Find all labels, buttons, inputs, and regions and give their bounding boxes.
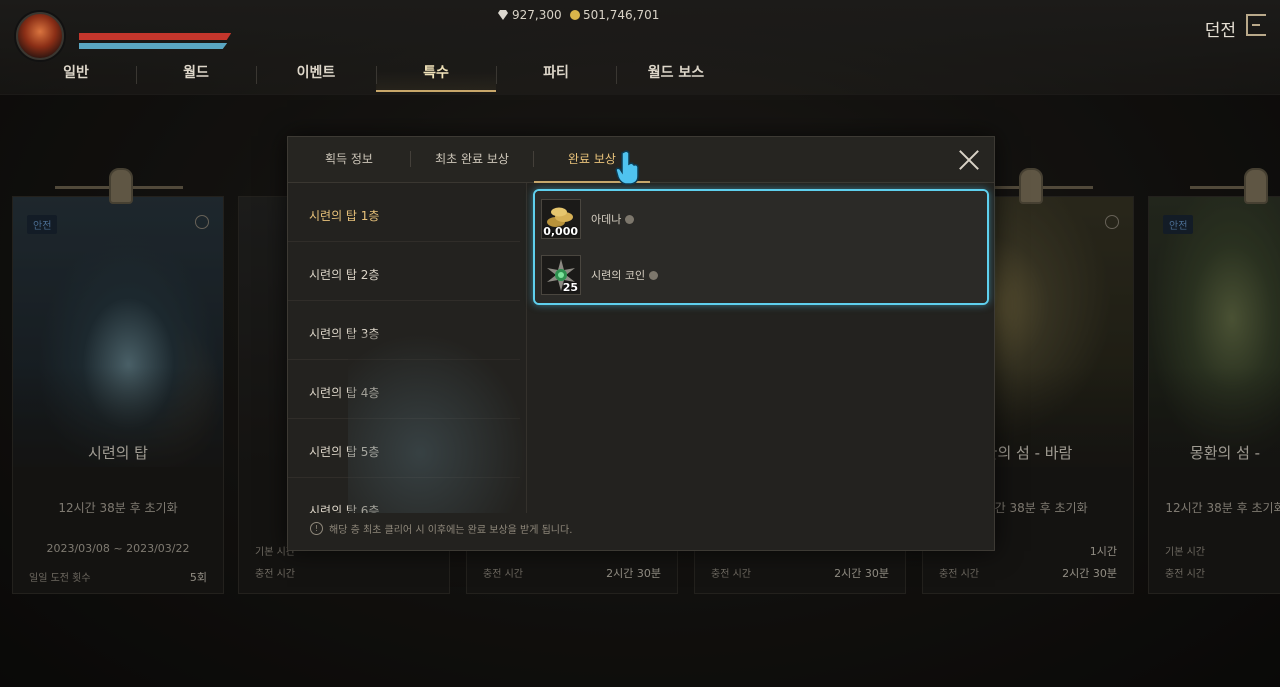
info-icon[interactable] (625, 215, 635, 224)
reward-name: 아데나 (591, 213, 622, 226)
reward-row[interactable]: 0,000 아데나 (535, 191, 987, 248)
top-bar: 927,300 501,746,701 던전 일반 월드 이벤트 특수 파티 월… (0, 0, 1280, 95)
tab-event[interactable]: 이벤트 (256, 58, 376, 92)
mp-bar (79, 43, 228, 49)
reward-quantity: 25 (562, 281, 578, 294)
reward-info-dialog: 획득 정보 최초 완료 보상 완료 보상 시련의 탑 1층 시련의 탑 2층 시… (287, 136, 995, 551)
notice: ! 해당 층 최초 클리어 시 이후에는 완료 보상을 받게 됩니다. (310, 521, 572, 536)
tab-general[interactable]: 일반 (16, 58, 136, 92)
tab-special[interactable]: 특수 (376, 58, 496, 92)
reward-quantity: 0,000 (543, 225, 578, 238)
diamond-currency: 927,300 (497, 8, 562, 22)
floor-item[interactable]: 시련의 탑 1층 (288, 183, 520, 242)
close-icon[interactable] (958, 149, 980, 171)
adena-amount: 501,746,701 (583, 8, 660, 22)
info-icon[interactable] (649, 271, 659, 280)
adena-currency: 501,746,701 (570, 8, 659, 22)
hp-bar (79, 33, 232, 40)
tab-world-boss[interactable]: 월드 보스 (616, 58, 736, 92)
tab-acquire-info[interactable]: 획득 정보 (288, 137, 410, 182)
tab-first-clear-reward[interactable]: 최초 완료 보상 (411, 137, 533, 182)
dungeon-icon (1246, 14, 1266, 36)
tab-party[interactable]: 파티 (496, 58, 616, 92)
character-avatar[interactable] (16, 12, 64, 60)
gold-coin-icon (570, 10, 580, 20)
diamond-icon (498, 10, 508, 20)
reward-row[interactable]: 25 시련의 코인 (535, 247, 987, 303)
reward-name: 시련의 코인 (591, 269, 646, 282)
category-tabs: 일반 월드 이벤트 특수 파티 월드 보스 (16, 58, 736, 92)
diamond-amount: 927,300 (512, 8, 562, 22)
tab-world[interactable]: 월드 (136, 58, 256, 92)
floor-list: 시련의 탑 1층 시련의 탑 2층 시련의 탑 3층 시련의 탑 4층 시련의 … (288, 183, 527, 513)
page-title: 던전 (1204, 21, 1236, 41)
adena-coins-icon: 0,000 (541, 199, 581, 239)
hand-pointer-icon (615, 150, 639, 185)
trial-coin-icon: 25 (541, 255, 581, 295)
notice-icon: ! (310, 522, 323, 535)
floor-item[interactable]: 시련의 탑 2층 (288, 242, 520, 301)
dialog-tabs: 획득 정보 최초 완료 보상 완료 보상 (288, 137, 994, 183)
notice-text: 해당 층 최초 클리어 시 이후에는 완료 보상을 받게 됩니다. (329, 525, 573, 536)
reward-list: 0,000 아데나 25 시련의 코인 (533, 189, 989, 305)
